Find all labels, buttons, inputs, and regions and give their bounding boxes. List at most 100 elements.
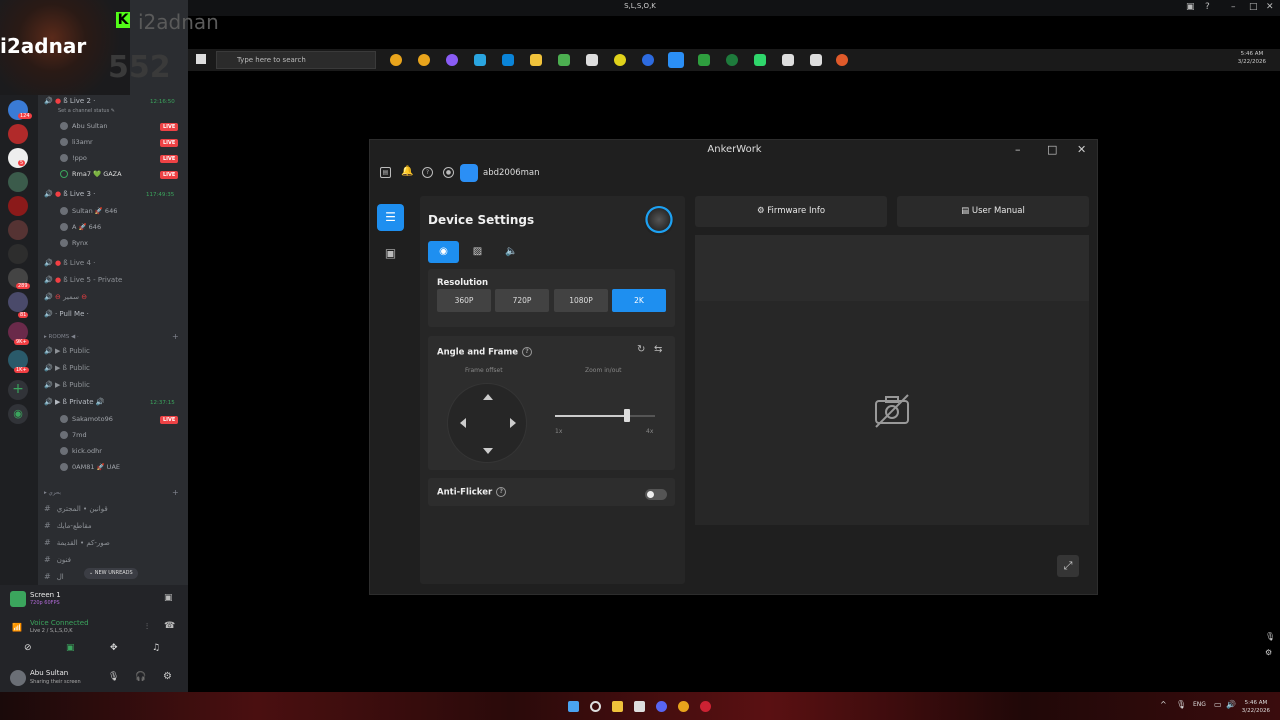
resolution-720p-button[interactable]: 720P: [495, 289, 549, 312]
voice-channel-live-2[interactable]: 🔊 ● ß Live 2 ·: [44, 97, 95, 105]
minimize-icon[interactable]: –: [1231, 2, 1236, 12]
maximize-icon[interactable]: □: [1249, 2, 1258, 12]
add-channel-icon[interactable]: +: [172, 488, 179, 497]
voice-user[interactable]: A 🚀 646: [60, 223, 101, 231]
headphones-icon[interactable]: 🎧: [135, 672, 146, 682]
voice-channel-live-5[interactable]: 🔊 ● ß Live 5 - Private: [44, 276, 122, 284]
app-icon[interactable]: [810, 54, 822, 66]
zoom-slider-thumb[interactable]: [624, 409, 630, 422]
resolution-360p-button[interactable]: 360P: [437, 289, 491, 312]
app-icon[interactable]: [614, 54, 626, 66]
text-channel[interactable]: # مقاطع-مايك: [44, 521, 92, 530]
close-icon[interactable]: ✕: [1077, 143, 1086, 156]
account-name[interactable]: abd2006man: [483, 168, 540, 178]
firmware-info-button[interactable]: ⚙ Firmware Info: [695, 196, 887, 227]
app-icon[interactable]: [754, 54, 766, 66]
chrome-icon[interactable]: [836, 54, 848, 66]
layout-icon[interactable]: ▤: [380, 167, 391, 178]
mic-icon[interactable]: 🎙: [1265, 632, 1275, 641]
chevron-up-icon[interactable]: ^: [1160, 700, 1167, 709]
arrow-down-icon[interactable]: [483, 448, 493, 454]
voice-user[interactable]: 0AM81 🚀 UAE: [60, 463, 120, 471]
server-icon[interactable]: [8, 124, 28, 144]
windows-start-icon[interactable]: [196, 54, 206, 64]
popout-icon[interactable]: ▣: [164, 593, 173, 603]
resolution-2k-button[interactable]: 2K: [612, 289, 666, 312]
server-icon[interactable]: [8, 220, 28, 240]
telegram-icon[interactable]: [474, 54, 486, 66]
category-rooms[interactable]: ▸ ROOMS ◀ ·: [44, 334, 79, 340]
bell-icon[interactable]: 🔔: [401, 167, 413, 178]
mic-icon[interactable]: 🎙: [108, 672, 119, 682]
help-icon[interactable]: ?: [496, 487, 507, 497]
voice-user[interactable]: !ppo: [60, 154, 87, 162]
reset-icon[interactable]: ↻: [637, 344, 645, 355]
volume-icon[interactable]: 🔊: [1226, 700, 1236, 709]
voice-channel-live-4[interactable]: 🔊 ● ß Live 4 ·: [44, 259, 95, 267]
room-public[interactable]: 🔊 ▶ ß Public: [44, 364, 90, 372]
room-public[interactable]: 🔊 ▶ ß Public: [44, 347, 90, 355]
voice-user[interactable]: Sakamoto96: [60, 415, 113, 423]
app-icon[interactable]: [634, 701, 645, 712]
windows-start-icon[interactable]: [568, 701, 579, 712]
tab-image-icon[interactable]: ▨: [462, 241, 493, 263]
device-avatar[interactable]: [644, 206, 674, 236]
room-private[interactable]: 🔊 ▶ ß Private 🔊: [44, 398, 105, 406]
text-channel[interactable]: # ال: [44, 572, 64, 581]
desktop-search-box[interactable]: Type here to search: [216, 51, 376, 69]
noise-icon[interactable]: ⫶: [146, 622, 148, 632]
server-icon[interactable]: [8, 244, 28, 264]
arrow-up-icon[interactable]: [483, 394, 493, 400]
minimize-icon[interactable]: –: [1015, 143, 1021, 156]
language-indicator[interactable]: ENG: [1193, 701, 1206, 708]
new-unreads-pill[interactable]: ⌄ NEW UNREADS: [84, 568, 138, 579]
mic-icon[interactable]: 🎙: [1176, 700, 1186, 709]
server-icon[interactable]: [8, 196, 28, 216]
server-icon[interactable]: [8, 292, 28, 312]
store-icon[interactable]: [586, 54, 598, 66]
inbox-icon[interactable]: ▣: [1186, 2, 1195, 12]
discover-icon[interactable]: ◉: [8, 404, 28, 424]
anti-flicker-toggle[interactable]: [645, 489, 667, 500]
chrome-icon[interactable]: [678, 701, 689, 712]
folder-icon[interactable]: [530, 54, 542, 66]
server-icon[interactable]: [8, 172, 28, 192]
voice-user[interactable]: kick.odhr: [60, 447, 102, 455]
taskbar-clock[interactable]: 5:46 AM 3/22/2026: [1242, 699, 1270, 715]
tab-audio-icon[interactable]: 🔈: [496, 241, 527, 263]
settings-gear-icon[interactable]: ⚙: [163, 671, 172, 682]
add-channel-icon[interactable]: +: [172, 332, 179, 341]
voice-connected-label[interactable]: Voice Connected: [30, 619, 89, 627]
avatar[interactable]: [10, 670, 26, 686]
chrome-icon[interactable]: [418, 54, 430, 66]
app-icon[interactable]: [700, 701, 711, 712]
activities-icon[interactable]: ✥: [110, 643, 118, 653]
voice-channel-live-3[interactable]: 🔊 ● ß Live 3 ·: [44, 190, 95, 198]
settings-icon[interactable]: ⚙: [1265, 648, 1272, 657]
user-avatar-icon[interactable]: [460, 164, 478, 182]
user-manual-button[interactable]: ▤ User Manual: [897, 196, 1089, 227]
device-settings-nav-icon[interactable]: ☰: [377, 204, 404, 231]
resolution-1080p-button[interactable]: 1080P: [554, 289, 608, 312]
frame-offset-pad[interactable]: [447, 383, 527, 463]
channel-status[interactable]: Set a channel status ✎: [58, 108, 115, 114]
search-icon[interactable]: [590, 701, 601, 712]
chrome-icon[interactable]: [390, 54, 402, 66]
swap-icon[interactable]: ⇆: [654, 344, 662, 355]
help-icon[interactable]: ?: [522, 347, 532, 357]
app-icon[interactable]: [502, 54, 514, 66]
voice-user[interactable]: Sultan 🚀 646: [60, 207, 117, 215]
soundboard-icon[interactable]: ♫: [152, 643, 160, 653]
voice-user[interactable]: li3amr: [60, 138, 93, 146]
arrow-right-icon[interactable]: [510, 418, 516, 428]
zoom-icon[interactable]: [642, 54, 654, 66]
text-channel[interactable]: # فنون: [44, 555, 71, 564]
disconnect-icon[interactable]: ☎: [164, 621, 175, 631]
app-icon[interactable]: [446, 54, 458, 66]
user-name[interactable]: Abu Sultan: [30, 669, 68, 677]
app-icon[interactable]: [726, 54, 738, 66]
expand-icon[interactable]: ⤢: [1057, 555, 1079, 577]
text-channel[interactable]: # قوانين • المجتري: [44, 504, 108, 513]
help-icon[interactable]: ?: [422, 167, 433, 178]
voice-user[interactable]: Rynx: [60, 239, 88, 247]
